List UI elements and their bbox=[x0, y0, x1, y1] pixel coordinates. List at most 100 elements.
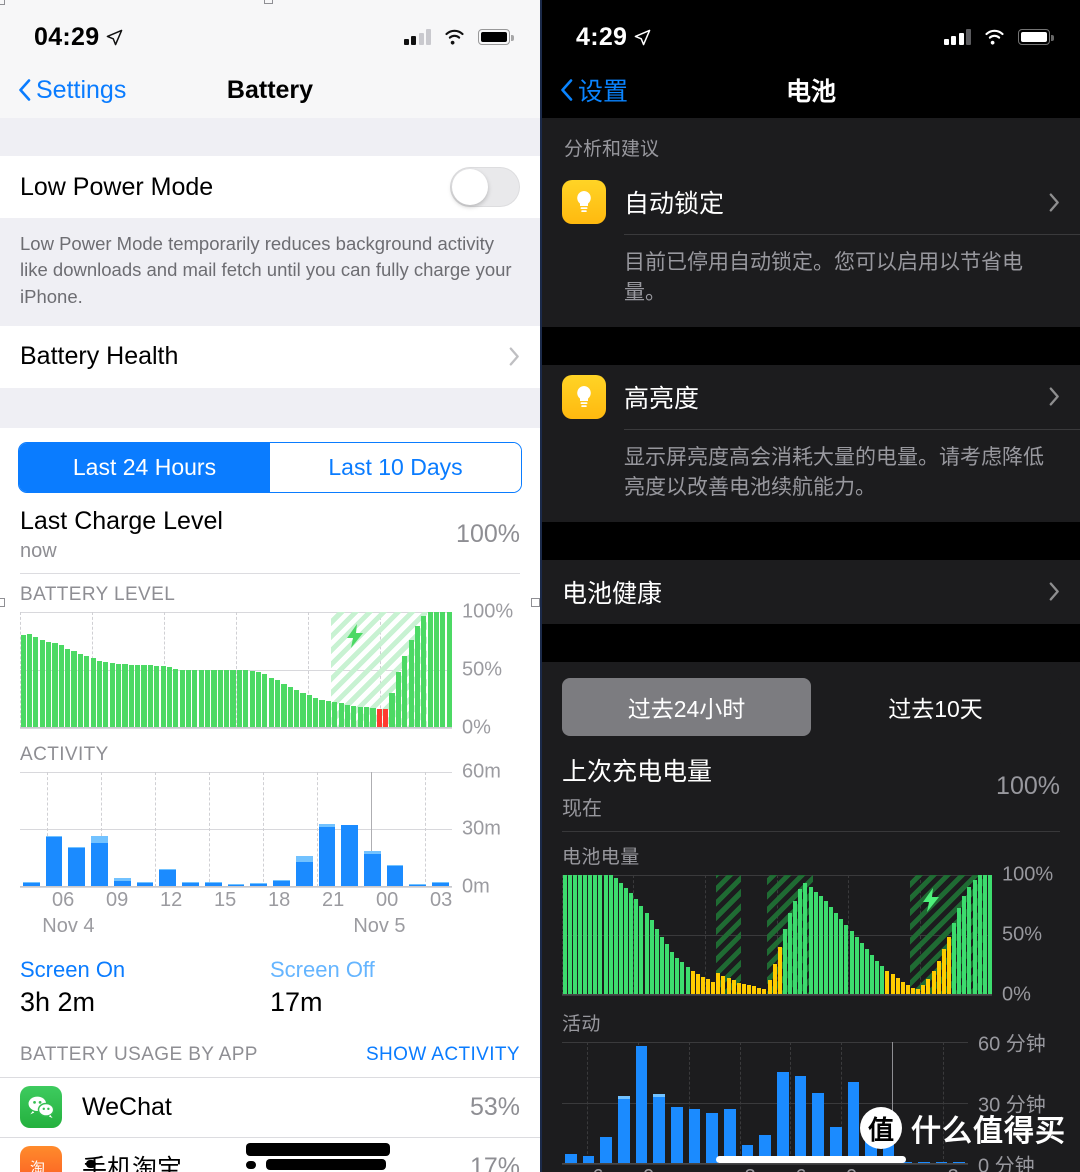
bar bbox=[341, 772, 359, 887]
lightbulb-icon bbox=[562, 180, 606, 224]
range-segmented-control[interactable]: 过去24小时 过去10天 bbox=[560, 675, 1062, 738]
bar bbox=[159, 772, 177, 887]
x-axis-tick: 3 bbox=[740, 1166, 756, 1172]
segment-last-10-days[interactable]: Last 10 Days bbox=[270, 442, 521, 492]
bar-segment-screen-on bbox=[635, 1045, 648, 1164]
x-axis-tick: 12 bbox=[160, 888, 183, 911]
suggestion-card-auto-lock: 自动锁定 目前已停用自动锁定。您可以启用以节省电量。 bbox=[542, 170, 1080, 327]
wechat-icon bbox=[20, 1086, 62, 1129]
bar bbox=[776, 1042, 789, 1164]
bar bbox=[182, 772, 199, 887]
suggestion-title: 自动锁定 bbox=[624, 190, 725, 218]
bar bbox=[185, 669, 192, 728]
bar bbox=[823, 901, 828, 995]
location-arrow-icon bbox=[107, 29, 123, 45]
low-power-mode-footnote: Low Power Mode temporarily reduces backg… bbox=[0, 218, 540, 326]
lightbulb-glyph bbox=[577, 191, 591, 212]
screen-time-summary: Screen On 3h 2m Screen Off 17m bbox=[0, 941, 540, 1024]
x-axis-tick: 上午12时 bbox=[892, 1166, 939, 1172]
back-button[interactable]: 设置 bbox=[560, 72, 628, 108]
segment-last-24-hours[interactable]: Last 24 Hours bbox=[19, 442, 270, 492]
battery-health-row[interactable]: 电池健康 bbox=[542, 560, 1080, 624]
crop-mark bbox=[264, 0, 273, 4]
low-power-mode-row[interactable]: Low Power Mode bbox=[0, 156, 540, 218]
range-segmented-control[interactable]: Last 24 Hours Last 10 Days bbox=[18, 441, 522, 493]
bar bbox=[192, 669, 198, 728]
y-axis-tick: 60 分钟 bbox=[978, 1033, 1046, 1056]
wifi-icon bbox=[445, 29, 464, 45]
y-axis-tick: 0% bbox=[1002, 983, 1031, 1006]
section-gap bbox=[542, 326, 1080, 365]
bar bbox=[834, 913, 839, 995]
segment-last-10-days[interactable]: 过去10天 bbox=[811, 678, 1060, 736]
bar bbox=[759, 1042, 771, 1164]
section-gap bbox=[0, 118, 540, 156]
back-button-label: 设置 bbox=[578, 78, 629, 106]
bar bbox=[319, 699, 325, 728]
show-activity-button[interactable]: SHOW ACTIVITY bbox=[366, 1044, 520, 1066]
last-charge-level-subtitle: 现在 bbox=[562, 797, 602, 820]
bar-segment-screen-on bbox=[776, 1072, 789, 1164]
bar bbox=[141, 665, 147, 728]
bar bbox=[653, 1042, 665, 1164]
segment-last-24-hours[interactable]: 过去24小时 bbox=[562, 677, 811, 736]
activity-x-axis: 06 09 12 15 18 21 00 03 Nov 4 Nov 5 bbox=[20, 887, 452, 941]
bar bbox=[565, 1042, 577, 1164]
bar bbox=[695, 974, 700, 995]
y-axis-tick: 100% bbox=[1002, 863, 1054, 886]
range-segmented-control-wrap: Last 24 Hours Last 10 Days bbox=[0, 428, 540, 493]
bar bbox=[179, 669, 185, 728]
suggestion-row-auto-lock[interactable]: 自动锁定 bbox=[542, 170, 1080, 234]
table-row[interactable]: WeChat 53% bbox=[0, 1076, 540, 1137]
right-phone-panel: 4:29 设置 电池 分析和建议 自动锁定 目前已停用自动锁定。您可以启用以节省… bbox=[540, 0, 1080, 1172]
activity-x-axis: 69下午12时369上午12时311月4日 bbox=[562, 1164, 968, 1172]
bar bbox=[629, 892, 634, 995]
bar bbox=[68, 772, 86, 887]
bar bbox=[294, 689, 300, 728]
bar bbox=[618, 883, 623, 995]
home-indicator bbox=[716, 1156, 906, 1163]
dual-phone-screenshot: 04:29 Settings Battery Low Power Mode Lo… bbox=[0, 0, 1080, 1172]
bar bbox=[706, 1042, 718, 1164]
crop-mark bbox=[0, 0, 5, 5]
suggestion-card-brightness: 高亮度 显示屏亮度高会消耗大量的电量。请考虑降低亮度以改善电池续航能力。 bbox=[542, 364, 1080, 522]
x-axis-tick: 下午12时 bbox=[689, 1166, 736, 1172]
app-battery-percent: 17% bbox=[469, 1152, 520, 1172]
nav-bar: Settings Battery bbox=[0, 62, 540, 118]
y-axis-tick: 100% bbox=[462, 600, 514, 623]
last-charge-level-value: 100% bbox=[456, 520, 520, 549]
low-power-mode-toggle[interactable] bbox=[450, 167, 520, 207]
status-bar: 04:29 bbox=[0, 0, 540, 62]
bar bbox=[433, 611, 440, 728]
bar bbox=[635, 1042, 648, 1164]
section-gap bbox=[542, 521, 1080, 560]
suggestions-section-header: 分析和建议 bbox=[542, 118, 1080, 170]
battery-health-row[interactable]: Battery Health bbox=[0, 325, 540, 388]
bar bbox=[726, 977, 731, 995]
bar bbox=[249, 670, 255, 728]
bar bbox=[386, 772, 404, 887]
bar bbox=[670, 1042, 683, 1164]
left-phone-panel: 04:29 Settings Battery Low Power Mode Lo… bbox=[0, 0, 540, 1172]
bar bbox=[52, 643, 58, 728]
battery-level-chart-title: BATTERY LEVEL bbox=[20, 583, 176, 605]
bar bbox=[432, 772, 449, 887]
back-button[interactable]: Settings bbox=[18, 76, 126, 105]
bar bbox=[332, 702, 338, 728]
x-axis-tick: 3 bbox=[943, 1166, 959, 1172]
bar bbox=[91, 772, 108, 887]
bar bbox=[812, 1042, 824, 1164]
bar bbox=[572, 874, 577, 995]
bar bbox=[166, 667, 173, 728]
status-bar-indicators bbox=[943, 28, 1054, 46]
bar-segment-screen-on bbox=[341, 825, 359, 887]
y-axis-tick: 0m bbox=[462, 875, 490, 898]
x-axis-tick: 00 bbox=[376, 888, 399, 911]
chevron-right-icon bbox=[509, 347, 519, 366]
bar-segment-screen-on bbox=[847, 1082, 860, 1164]
activity-y-axis: 60m 30m 0m bbox=[452, 760, 520, 897]
location-arrow-icon bbox=[634, 29, 651, 45]
bar bbox=[957, 908, 962, 995]
suggestion-row-brightness[interactable]: 高亮度 bbox=[542, 365, 1080, 429]
bar bbox=[813, 891, 818, 995]
